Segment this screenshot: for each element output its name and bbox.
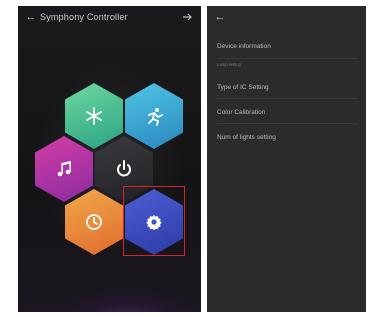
divider bbox=[217, 98, 358, 99]
music-mode-tile[interactable] bbox=[35, 136, 93, 202]
gear-icon bbox=[146, 215, 162, 231]
color-calibration-item[interactable]: Color Calibration bbox=[217, 109, 265, 116]
back-arrow-icon[interactable]: ← bbox=[25, 11, 37, 23]
lamp-setting-section-label: Lamp setting bbox=[217, 62, 241, 67]
app-title: Symphony Controller bbox=[40, 12, 128, 22]
add-device-icon[interactable] bbox=[182, 12, 194, 22]
home-screen: ← Symphony Controller bbox=[18, 6, 201, 312]
music-note-icon bbox=[57, 161, 71, 177]
figure-icon bbox=[148, 108, 163, 126]
settings-screen: ← Device information Lamp setting Type o… bbox=[207, 6, 366, 312]
power-tile[interactable] bbox=[95, 136, 153, 202]
num-of-lights-setting-item[interactable]: Num of lights setting bbox=[217, 134, 276, 141]
ic-type-setting-item[interactable]: Type of IC Setting bbox=[217, 84, 269, 91]
settings-top-bar: ← bbox=[207, 6, 366, 30]
snowflake-icon bbox=[86, 107, 102, 125]
divider bbox=[217, 58, 358, 59]
clock-icon bbox=[86, 214, 102, 230]
top-bar: ← Symphony Controller bbox=[18, 6, 201, 30]
power-icon bbox=[117, 160, 131, 177]
divider bbox=[217, 123, 358, 124]
effects-tile[interactable] bbox=[125, 83, 183, 149]
settings-tile[interactable] bbox=[125, 189, 183, 255]
device-information-item[interactable]: Device information bbox=[217, 43, 271, 50]
color-mode-tile[interactable] bbox=[65, 83, 123, 149]
back-arrow-icon[interactable]: ← bbox=[214, 11, 226, 23]
timer-tile[interactable] bbox=[65, 189, 123, 255]
